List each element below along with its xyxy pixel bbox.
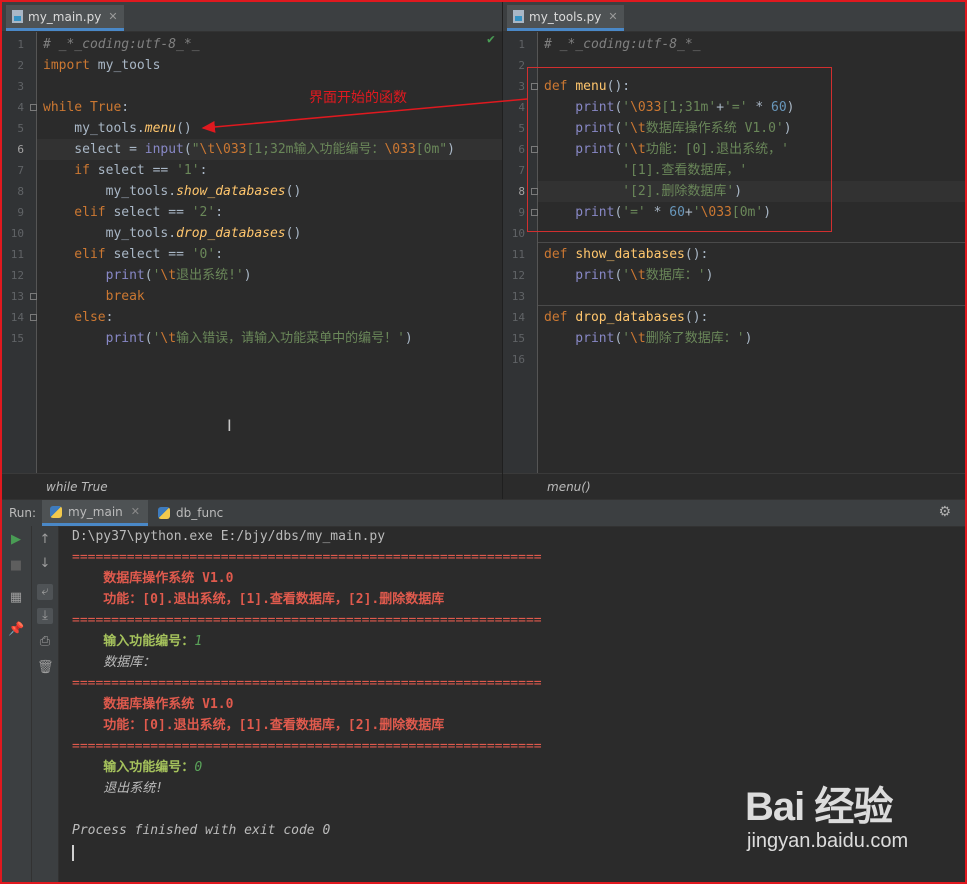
console-line: 功能：[0].退出系统，[1].查看数据库，[2].删除数据库 [72, 592, 445, 607]
ide-window: my_main.py ✕ 1 2 3 4 5 6 7 8 9 10 11 12 13 14 15 # _*_… [0, 0, 967, 884]
arrow-up-icon[interactable]: ↑ [37, 532, 53, 548]
console-line: ========================================… [72, 550, 542, 565]
watermark-url: jingyan.baidu.com [747, 830, 909, 852]
run-tab-db-func[interactable]: db_func [150, 500, 231, 526]
pin-icon[interactable]: 📌 [8, 622, 24, 638]
annotation-arrow [201, 98, 528, 133]
rerun-icon[interactable]: ▶ [8, 532, 24, 548]
run-label: Run: [9, 506, 37, 520]
stop-icon[interactable]: ■ [8, 558, 24, 574]
console-user-input: 0 [194, 760, 203, 775]
console-user-input: 1 [194, 634, 203, 649]
soft-wrap-icon[interactable]: ⤶ [37, 584, 53, 600]
console-line: Process finished with exit code 0 [72, 823, 331, 838]
console-line: 输入功能编号：1 [72, 634, 203, 649]
console-line: ========================================… [72, 739, 542, 754]
layout-icon[interactable]: ▦ [8, 590, 24, 606]
console-line: D:\py37\python.exe E:/bjy/dbs/my_main.py [72, 529, 386, 544]
console-line: 退出系统! [72, 781, 164, 796]
trash-icon[interactable]: 🗑 [37, 660, 54, 676]
run-tab-label: db_func [176, 506, 224, 520]
run-header: Run: my_main ✕ db_func ⚙ [2, 499, 965, 527]
baidu-watermark: Bai 经验 jingyan.baidu.com [745, 774, 925, 864]
run-tab-my-main[interactable]: my_main ✕ [42, 500, 148, 526]
arrow-line [201, 98, 528, 133]
print-icon[interactable]: ⎙ [37, 634, 53, 650]
console-line: 功能：[0].退出系统，[1].查看数据库，[2].删除数据库 [72, 718, 445, 733]
python-icon [50, 505, 62, 518]
watermark-logo: Bai 经验 [745, 785, 893, 829]
close-icon[interactable]: ✕ [131, 505, 140, 518]
console-line: 数据库： [72, 655, 156, 670]
console-line: ========================================… [72, 676, 542, 691]
console-toolbar: ↑ ↓ ⤶ ⤓ ⎙ 🗑 [32, 526, 59, 882]
gear-icon[interactable]: ⚙ [938, 504, 951, 520]
console-line: 数据库操作系统 V1.0 [72, 697, 234, 712]
run-tool-window: Run: my_main ✕ db_func ⚙ ▶ ■ ▦ 📌 ↑ ↓ ⤶ ⤓… [2, 499, 965, 882]
run-toolbar: ▶ ■ ▦ 📌 [2, 526, 32, 882]
scroll-to-end-icon[interactable]: ⤓ [37, 608, 53, 624]
python-icon [158, 507, 170, 519]
console-line: 数据库操作系统 V1.0 [72, 571, 234, 586]
console-caret [72, 845, 74, 861]
console-line: 输入功能编号：0 [72, 760, 203, 775]
console-line: ========================================… [72, 613, 542, 628]
run-tab-label: my_main [68, 504, 123, 519]
arrow-down-icon[interactable]: ↓ [37, 556, 53, 572]
